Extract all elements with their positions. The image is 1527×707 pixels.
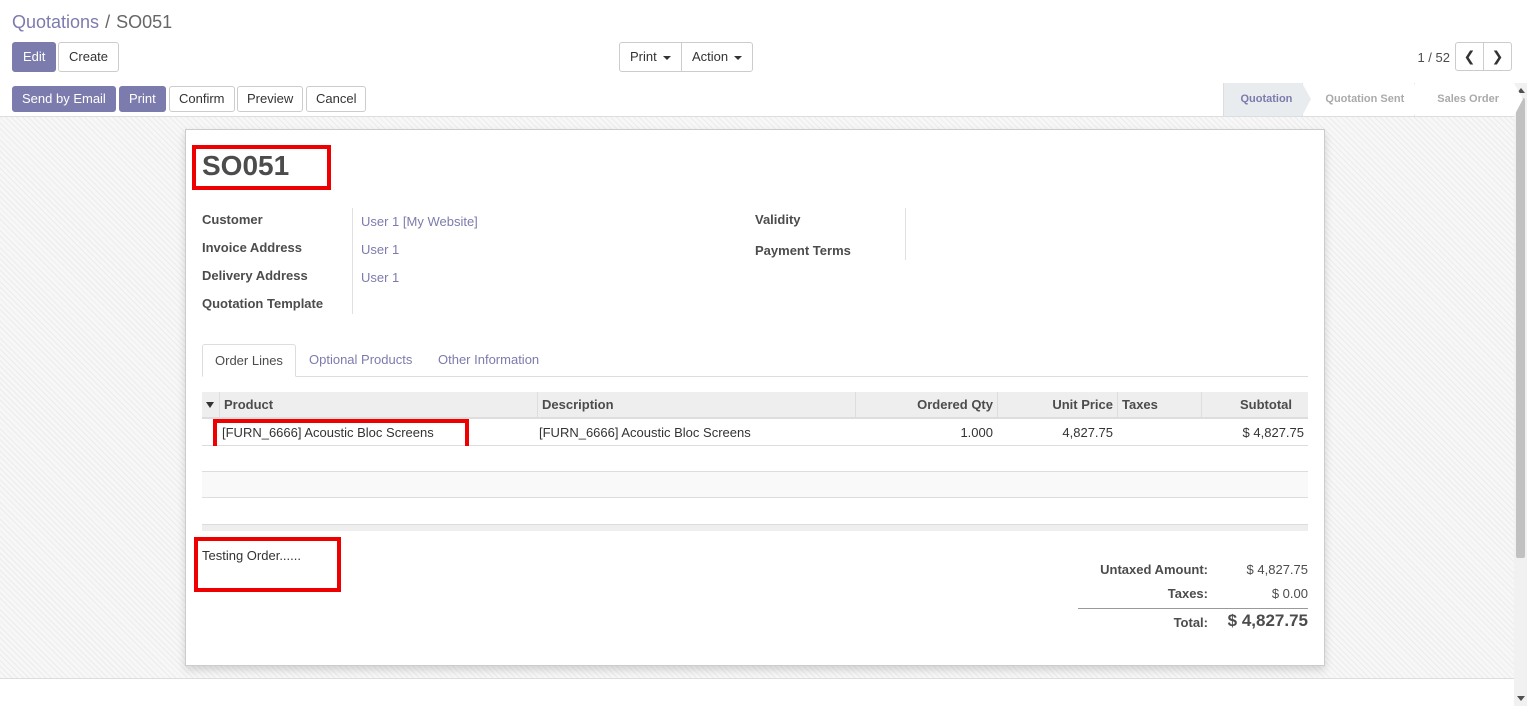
totals-divider — [1078, 608, 1308, 609]
empty-row — [202, 446, 1308, 472]
stage-quotation[interactable]: Quotation — [1223, 83, 1312, 116]
untaxed-amount-label: Untaxed Amount: — [1100, 562, 1208, 577]
delivery-address-value[interactable]: User 1 — [361, 270, 399, 285]
chevron-right-icon: ❯ — [1491, 48, 1504, 64]
confirm-button[interactable]: Confirm — [169, 86, 235, 112]
form-sheet: SO051 Customer User 1 [My Website] Invoi… — [185, 129, 1325, 666]
scroll-down-icon[interactable] — [1517, 696, 1525, 701]
control-panel: Quotations / SO051 Edit Create Print Actio… — [0, 0, 1527, 84]
chevron-left-icon: ❮ — [1463, 48, 1476, 64]
customer-label: Customer — [202, 212, 263, 227]
empty-row — [202, 472, 1308, 498]
action-dropdown[interactable]: Action — [681, 42, 753, 72]
breadcrumb-quotations-link[interactable]: Quotations — [12, 12, 99, 32]
field-divider — [905, 208, 906, 260]
print-dropdown[interactable]: Print — [619, 42, 682, 72]
create-button[interactable]: Create — [58, 42, 120, 72]
column-subtotal[interactable]: Subtotal — [1201, 392, 1308, 417]
form-statusbar: Send by Email Print Confirm Preview Canc… — [0, 83, 1527, 117]
column-description[interactable]: Description — [537, 392, 855, 417]
validity-label: Validity — [755, 212, 801, 227]
stage-sales-order[interactable]: Sales Order — [1414, 83, 1523, 116]
scrollbar-thumb[interactable] — [1516, 98, 1525, 558]
tab-optional-products[interactable]: Optional Products — [297, 344, 424, 376]
caret-down-icon — [662, 55, 671, 60]
column-unit-price[interactable]: Unit Price — [997, 392, 1117, 417]
tab-other-information[interactable]: Other Information — [426, 344, 551, 376]
untaxed-amount-value: $ 4,827.75 — [1246, 562, 1308, 577]
total-label: Total: — [1173, 615, 1208, 630]
breadcrumb-separator: / — [105, 12, 111, 32]
field-divider — [352, 208, 353, 314]
statusbar-print-button[interactable]: Print — [119, 86, 166, 112]
taxes-value: $ 0.00 — [1271, 586, 1308, 601]
column-product[interactable]: Product — [219, 392, 537, 417]
breadcrumb: Quotations / SO051 — [12, 12, 172, 33]
breadcrumb-current: SO051 — [116, 12, 173, 32]
highlight-box-title — [192, 145, 331, 190]
tab-order-lines[interactable]: Order Lines — [202, 344, 296, 377]
quotation-template-label: Quotation Template — [202, 296, 324, 311]
row-unit-price[interactable]: 4,827.75 — [997, 420, 1113, 446]
delivery-address-label: Delivery Address — [202, 268, 308, 283]
edit-button[interactable]: Edit — [12, 42, 57, 72]
order-lines-footer — [202, 524, 1308, 531]
print-dropdown-label: Print — [630, 49, 657, 64]
order-lines-header: Product Description Ordered Qty Unit Pri… — [202, 392, 1308, 419]
row-subtotal: $ 4,827.75 — [1242, 425, 1304, 440]
send-by-email-button[interactable]: Send by Email — [12, 86, 116, 112]
pager-previous-button[interactable]: ❮ — [1455, 42, 1484, 71]
row-description[interactable]: [FURN_6666] Acoustic Bloc Screens — [539, 420, 751, 446]
notebook-tabs: Order Lines Optional Products Other Info… — [202, 344, 1308, 377]
caret-down-icon — [206, 402, 214, 408]
payment-terms-label: Payment Terms — [755, 243, 851, 258]
customer-value[interactable]: User 1 [My Website] — [361, 214, 478, 229]
column-toggle[interactable] — [202, 392, 219, 417]
total-value: $ 4,827.75 — [1227, 611, 1308, 630]
column-ordered-qty[interactable]: Ordered Qty — [855, 392, 997, 417]
highlight-box-note — [194, 537, 341, 592]
invoice-address-value[interactable]: User 1 — [361, 242, 399, 257]
column-taxes[interactable]: Taxes — [1117, 392, 1201, 417]
preview-button[interactable]: Preview — [237, 86, 304, 112]
caret-down-icon — [734, 55, 743, 60]
scrollbar[interactable] — [1514, 83, 1527, 706]
page-footer — [0, 678, 1514, 707]
stage-pipeline: Quotation Quotation Sent Sales Order — [1223, 83, 1523, 116]
action-dropdown-label: Action — [692, 49, 729, 64]
invoice-address-label: Invoice Address — [202, 240, 302, 255]
taxes-label: Taxes: — [1167, 586, 1208, 601]
pager-next-button[interactable]: ❯ — [1483, 42, 1512, 71]
cancel-button[interactable]: Cancel — [306, 86, 367, 112]
row-qty[interactable]: 1.000 — [855, 420, 993, 446]
stage-quotation-sent[interactable]: Quotation Sent — [1302, 83, 1424, 116]
pager-value[interactable]: 1 / 52 — [1417, 50, 1450, 65]
